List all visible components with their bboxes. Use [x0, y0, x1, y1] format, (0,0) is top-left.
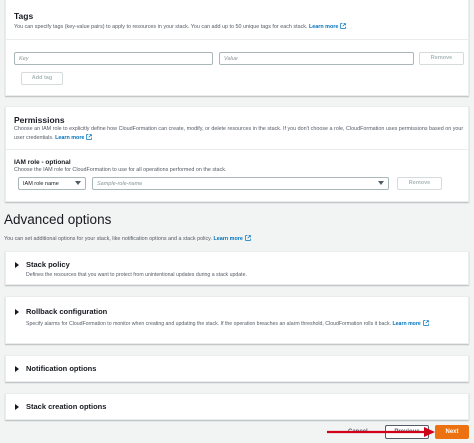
iam-role-type-select[interactable]: IAM role name [18, 177, 86, 190]
permissions-description: Choose an IAM role to explicitly define … [14, 126, 464, 141]
permissions-divider [6, 149, 468, 150]
tag-key-input[interactable]: Key [14, 52, 213, 65]
tags-divider [6, 39, 468, 40]
caret-right-icon [15, 262, 19, 268]
permissions-title: Permissions [14, 115, 65, 125]
advanced-learn-more-link[interactable]: Learn more [213, 236, 242, 242]
rollback-description: Specify alarms for CloudFormation to mon… [26, 320, 466, 328]
tags-learn-more-link[interactable]: Learn more [309, 24, 338, 30]
chevron-down-icon [75, 181, 81, 185]
permissions-panel: Permissions Choose an IAM role to explic… [5, 106, 469, 202]
tags-description: You can specify tags (key-value pairs) t… [14, 23, 464, 32]
notification-options-section[interactable]: Notification options [5, 355, 469, 382]
add-tag-button[interactable]: Add tag [21, 72, 63, 85]
tag-value-input[interactable]: Value [219, 52, 414, 65]
advanced-options-description: You can set additional options for your … [4, 235, 464, 244]
rollback-learn-more-link[interactable]: Learn more [393, 321, 421, 327]
rollback-title: Rollback configuration [26, 307, 108, 316]
iam-role-help: Choose the IAM role for CloudFormation t… [14, 167, 227, 173]
stack-policy-title: Stack policy [26, 260, 70, 269]
chevron-down-icon [378, 181, 384, 185]
external-link-icon [423, 320, 429, 326]
iam-role-label: IAM role - optional [14, 159, 71, 166]
stack-creation-options-title: Stack creation options [26, 402, 107, 411]
external-link-icon [86, 133, 93, 140]
iam-role-name-select[interactable]: Sample-role-name [92, 177, 389, 190]
external-link-icon [245, 235, 251, 241]
external-link-icon [340, 23, 347, 29]
tags-panel: Tags You can specify tags (key-value pai… [5, 0, 469, 96]
iam-role-type-value: IAM role name [23, 181, 59, 187]
annotation-arrow-icon [327, 427, 435, 437]
permissions-learn-more-link[interactable]: Learn more [55, 135, 84, 141]
stack-creation-options-section[interactable]: Stack creation options [5, 393, 469, 420]
caret-right-icon [15, 366, 19, 372]
stack-policy-description: Defines the resources that you want to p… [26, 272, 247, 278]
tag-remove-button[interactable]: Remove [419, 52, 464, 65]
tags-title: Tags [14, 11, 34, 21]
notification-options-title: Notification options [26, 364, 97, 373]
caret-right-icon [15, 404, 19, 410]
next-button[interactable]: Next [435, 425, 469, 439]
stack-policy-section[interactable]: Stack policy Defines the resources that … [5, 251, 469, 285]
advanced-options-title: Advanced options [4, 212, 112, 227]
iam-role-name-placeholder: Sample-role-name [97, 181, 143, 187]
rollback-configuration-section[interactable]: Rollback configuration Specify alarms fo… [5, 296, 469, 344]
caret-right-icon [15, 309, 19, 315]
iam-role-remove-button[interactable]: Remove [397, 177, 442, 190]
